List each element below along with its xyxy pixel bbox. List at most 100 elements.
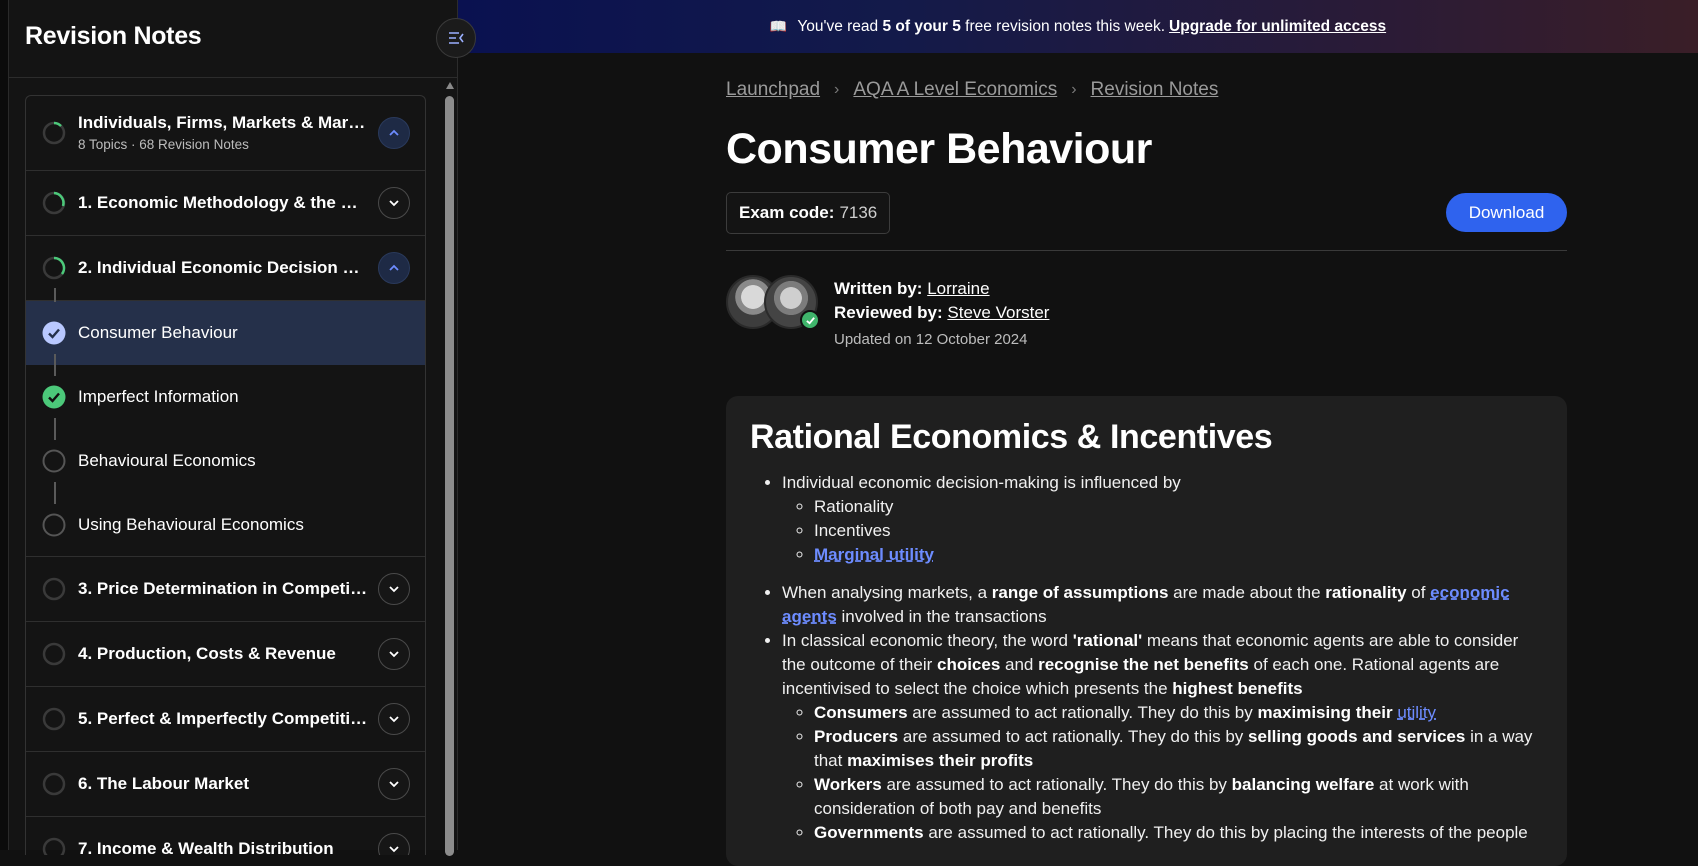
notes-card: Rational Economics & Incentives Individu… [726,396,1567,866]
book-icon: 📖 [769,18,788,34]
banner-count: 5 of your 5 [882,17,961,35]
text: are assumed to act rationally. They do t… [898,727,1249,746]
progress-ring-icon [42,772,66,796]
check-circle-icon [42,385,66,409]
text: 'rational' [1072,631,1143,650]
progress-ring-icon [42,837,66,855]
topic-list: Individuals, Firms, Markets & Market Fai… [25,95,426,855]
author-avatars [726,275,826,331]
unit-row[interactable]: Individuals, Firms, Markets & Market Fai… [26,96,425,171]
subtopic-item[interactable]: Behavioural Economics [26,418,425,493]
text: rationality [1325,583,1407,602]
sidebar-header: Revision Notes [9,0,457,78]
list-item: Marginal utility [814,543,1543,567]
unit-subtitle: 8 Topics · 68 Revision Notes [78,137,249,152]
list-item: When analysing markets, a range of assum… [782,581,1543,629]
expand-topic-button[interactable] [378,187,410,219]
text: Workers [814,775,882,794]
expand-topic-button[interactable] [378,703,410,735]
text: When analysing markets, a [782,583,992,602]
text: Producers [814,727,899,746]
topic-row[interactable]: 6. The Labour Market [26,752,425,817]
list-item: In classical economic theory, the word '… [782,629,1543,845]
progress-ring-icon [42,577,66,601]
divider [726,250,1567,251]
text: range of assumptions [991,583,1169,602]
expand-topic-button[interactable] [378,768,410,800]
tree-line [54,418,56,440]
collapse-unit-button[interactable] [378,117,410,149]
text: and [1000,655,1039,674]
breadcrumb-revision-notes[interactable]: Revision Notes [1091,79,1219,101]
topic-row[interactable]: 7. Income & Wealth Distribution [26,817,425,855]
author-credits: Written by: Lorraine Reviewed by: Steve … [834,277,1049,352]
collapse-topic-button[interactable] [378,252,410,284]
progress-ring-icon [42,642,66,666]
sidebar-scrollbar[interactable] [444,82,456,856]
unit-title: Individuals, Firms, Markets & Market Fai… [78,113,368,132]
chevron-down-icon [389,716,399,723]
subtopic-item[interactable]: Imperfect Information [26,354,425,429]
chevron-right-icon: › [834,81,840,98]
expand-topic-button[interactable] [378,638,410,670]
topic-row[interactable]: 2. Individual Economic Decision Making [26,236,425,301]
topic-row[interactable]: 4. Production, Costs & Revenue [26,622,425,687]
updated-date: Updated on 12 October 2024 [834,331,1028,348]
list-item: Consumers are assumed to act rationally.… [814,701,1543,725]
sidebar: Revision Notes Individuals, Firms, Marke… [0,0,458,856]
chevron-down-icon [389,200,399,207]
tree-line [54,288,56,302]
subtopic-item[interactable]: Using Behavioural Economics [26,482,425,557]
list-item: Incentives [814,519,1543,543]
chevron-up-icon [389,129,399,136]
text: selling goods and services [1248,727,1466,746]
topic-title: 4. Production, Costs & Revenue [78,644,336,663]
breadcrumb-launchpad[interactable]: Launchpad [726,79,820,101]
author-link[interactable]: Lorraine [927,279,989,298]
empty-circle-icon [42,449,66,473]
text: are assumed to act rationally. They do t… [923,823,1528,842]
exam-code-label: Exam code: [739,203,835,222]
topic-row[interactable]: 1. Economic Methodology & the Economic P… [26,171,425,236]
text: In classical economic theory, the word [782,631,1073,650]
text: Governments [814,823,924,842]
chevron-down-icon [389,651,399,658]
exam-code-badge: Exam code: 7136 [726,192,891,234]
upgrade-link[interactable]: Upgrade for unlimited access [1169,18,1386,36]
chevron-right-icon: › [1071,81,1077,98]
breadcrumb-course[interactable]: AQA A Level Economics [853,79,1057,101]
topic-title: 1. Economic Methodology & the Economic P… [78,193,368,212]
list-item: Individual economic decision-making is i… [782,471,1543,567]
banner-prefix: You've read [797,17,879,35]
page-title: Consumer Behaviour [726,125,1152,173]
text: maximises their profits [847,751,1034,770]
expand-topic-button[interactable] [378,833,410,855]
subtopic-item[interactable]: Consumer Behaviour [26,288,425,365]
list-item: Workers are assumed to act rationally. T… [814,773,1543,821]
text: balancing welfare [1231,775,1375,794]
bullet-text: Individual economic decision-making is i… [782,473,1181,492]
expand-topic-button[interactable] [378,573,410,605]
topic-row[interactable]: 3. Price Determination in Competitive Ma… [26,557,425,622]
topic-row[interactable]: 5. Perfect & Imperfectly Competitive Mar… [26,687,425,752]
collapse-sidebar-button[interactable] [436,18,476,58]
verified-check-icon [800,310,820,330]
reviewer-link[interactable]: Steve Vorster [947,303,1049,322]
scroll-up-arrow-icon[interactable] [446,82,454,89]
subtopic-label: Using Behavioural Economics [78,514,304,534]
subtopic-label: Imperfect Information [78,387,239,406]
chevron-down-icon [389,781,399,788]
text: choices [936,655,1001,674]
written-by-label: Written by: [834,279,923,298]
utility-link[interactable]: utility [1397,703,1436,722]
sidebar-edge [0,0,9,850]
topic-title: 5. Perfect & Imperfectly Competitive Mar… [78,709,368,728]
marginal-utility-link[interactable]: Marginal utility [814,545,934,564]
download-button[interactable]: Download [1446,193,1567,232]
reviewed-by-label: Reviewed by: [834,303,943,322]
topic-title: 6. The Labour Market [78,774,249,793]
subtopic-label: Behavioural Economics [78,451,256,470]
list-item: Governments are assumed to act rationall… [814,821,1543,845]
topic-title: 2. Individual Economic Decision Making [78,258,368,277]
scroll-thumb[interactable] [445,96,454,856]
